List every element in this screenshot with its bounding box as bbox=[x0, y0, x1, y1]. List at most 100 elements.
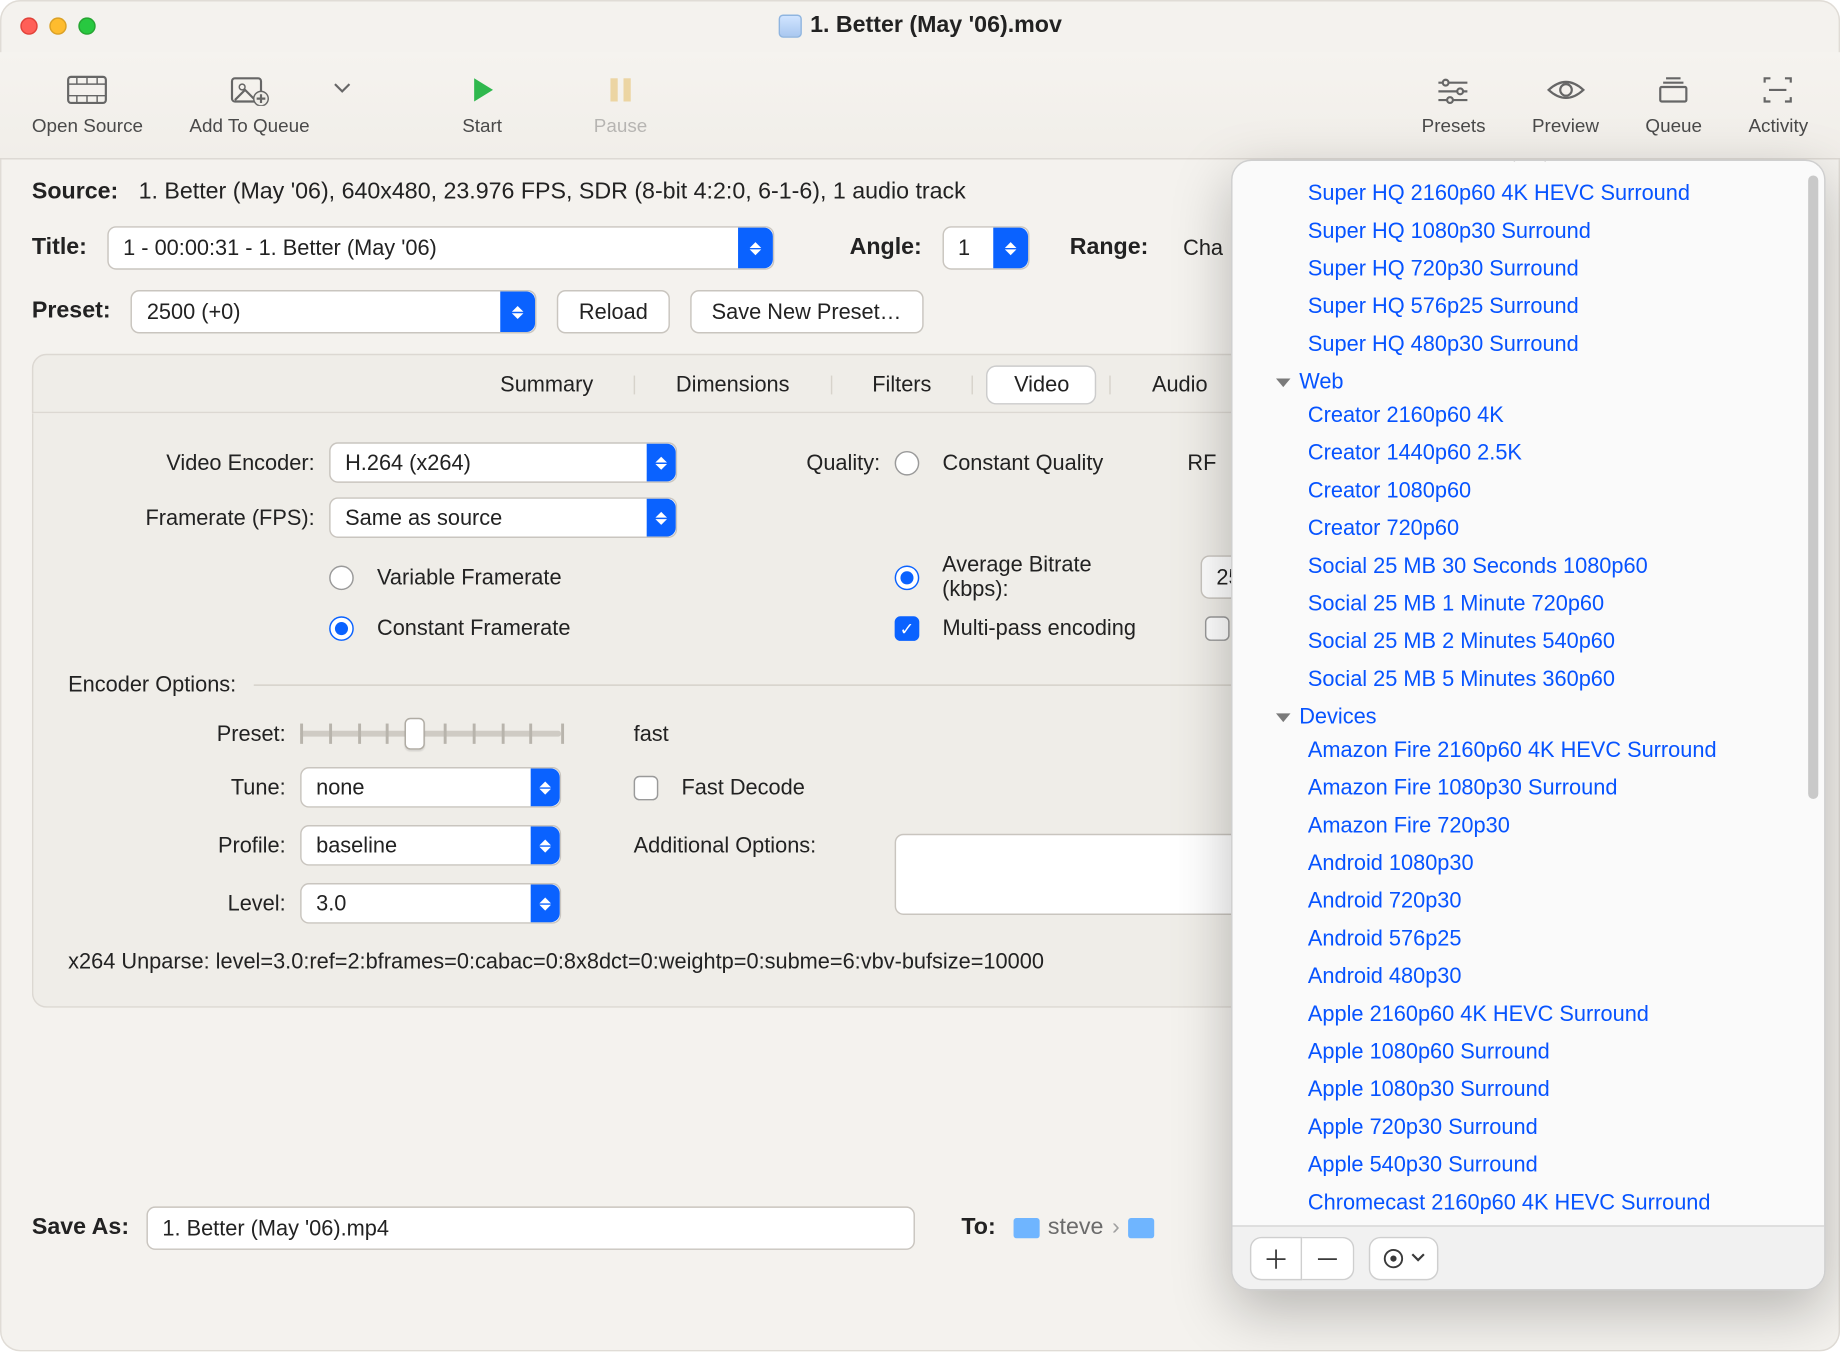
preset-item[interactable]: Creator 1440p60 2.5K bbox=[1233, 435, 1825, 473]
preset-item[interactable]: Apple 1080p30 Surround bbox=[1233, 1072, 1825, 1110]
activity-button[interactable]: Activity bbox=[1725, 68, 1831, 142]
rf-label: RF bbox=[1187, 450, 1216, 475]
preset-item[interactable]: Chromecast 1080p60 Surround bbox=[1233, 1222, 1825, 1225]
average-bitrate-radio[interactable] bbox=[895, 565, 919, 590]
preset-category[interactable]: Web bbox=[1233, 364, 1825, 397]
multipass-label: Multi-pass encoding bbox=[943, 616, 1136, 641]
eye-icon bbox=[1544, 74, 1588, 106]
add-preset-button[interactable]: ＋ bbox=[1250, 1236, 1302, 1280]
chevron-right-icon: › bbox=[1112, 1215, 1120, 1241]
angle-label: Angle: bbox=[850, 235, 922, 261]
film-icon bbox=[66, 74, 110, 106]
variable-framerate-radio[interactable] bbox=[329, 565, 354, 590]
zoom-window-button[interactable] bbox=[78, 17, 95, 34]
scrollbar[interactable] bbox=[1808, 175, 1818, 799]
quality-label: Quality: bbox=[706, 450, 880, 475]
tune-label: Tune: bbox=[68, 775, 286, 800]
preset-item[interactable]: Chromecast 2160p60 4K HEVC Surround bbox=[1233, 1185, 1825, 1223]
preset-item[interactable]: Super HQ 720p30 Surround bbox=[1233, 251, 1825, 289]
video-encoder-label: Video Encoder: bbox=[68, 450, 315, 475]
abr-label: Average Bitrate (kbps): bbox=[942, 552, 1160, 601]
open-source-button[interactable]: Open Source bbox=[9, 68, 166, 142]
preset-item[interactable]: Amazon Fire 720p30 bbox=[1233, 808, 1825, 846]
encoder-options-heading: Encoder Options: bbox=[68, 673, 236, 698]
turbo-checkbox[interactable] bbox=[1206, 616, 1231, 641]
source-info: 1. Better (May '06), 640x480, 23.976 FPS… bbox=[139, 180, 966, 206]
preset-item[interactable]: Super HQ 1080p30 Surround bbox=[1233, 213, 1825, 251]
preset-actions-button[interactable] bbox=[1369, 1236, 1439, 1280]
preset-item[interactable]: Social 25 MB 5 Minutes 360p60 bbox=[1233, 661, 1825, 699]
presets-list[interactable]: Super HQ 2160p60 4K HEVC SurroundSuper H… bbox=[1233, 161, 1825, 1225]
preset-item[interactable]: Social 25 MB 2 Minutes 540p60 bbox=[1233, 624, 1825, 662]
preset-item[interactable]: Super HQ 2160p60 4K HEVC Surround bbox=[1233, 175, 1825, 213]
preset-item[interactable]: Android 480p30 bbox=[1233, 958, 1825, 996]
play-icon bbox=[460, 74, 504, 106]
title-select[interactable]: 1 - 00:00:31 - 1. Better (May '06) bbox=[107, 226, 774, 270]
preset-select[interactable]: 2500 (+0) bbox=[131, 290, 537, 334]
add-to-queue-button[interactable]: Add To Queue bbox=[166, 68, 333, 142]
presets-footer: ＋ － bbox=[1233, 1225, 1825, 1289]
preset-item[interactable]: Apple 2160p60 4K HEVC Surround bbox=[1233, 996, 1825, 1034]
preset-category[interactable]: Devices bbox=[1233, 699, 1825, 732]
angle-select[interactable]: 1 bbox=[942, 226, 1029, 270]
preset-item[interactable]: Android 1080p30 bbox=[1233, 845, 1825, 883]
framerate-select[interactable]: Same as source bbox=[329, 497, 677, 538]
preset-item[interactable]: Apple 720p30 Surround bbox=[1233, 1109, 1825, 1147]
chevron-down-icon bbox=[1411, 1253, 1426, 1263]
preset-item[interactable]: Apple 1080p60 Surround bbox=[1233, 1034, 1825, 1072]
preset-item[interactable]: Creator 2160p60 4K bbox=[1233, 397, 1825, 435]
constant-framerate-radio[interactable] bbox=[329, 616, 354, 641]
source-label: Source: bbox=[32, 180, 118, 206]
fast-decode-checkbox[interactable] bbox=[634, 775, 659, 800]
level-label: Level: bbox=[68, 891, 286, 916]
tab-summary[interactable]: Summary bbox=[474, 367, 619, 403]
queue-button[interactable]: Queue bbox=[1622, 68, 1725, 142]
enc-preset-slider[interactable] bbox=[300, 718, 561, 750]
preset-item[interactable]: Super HQ 480p30 Surround bbox=[1233, 326, 1825, 364]
preview-button[interactable]: Preview bbox=[1509, 68, 1622, 142]
traffic-lights bbox=[20, 17, 95, 34]
tab-dimensions[interactable]: Dimensions bbox=[650, 367, 816, 403]
video-encoder-select[interactable]: H.264 (x264) bbox=[329, 442, 677, 483]
tab-video[interactable]: Video bbox=[988, 367, 1095, 403]
reload-button[interactable]: Reload bbox=[557, 290, 669, 334]
multipass-checkbox[interactable] bbox=[895, 616, 920, 641]
tab-filters[interactable]: Filters bbox=[846, 367, 957, 403]
preset-item[interactable]: Social 25 MB 1 Minute 720p60 bbox=[1233, 586, 1825, 624]
vfr-label: Variable Framerate bbox=[377, 565, 562, 590]
preset-item[interactable]: Android 576p25 bbox=[1233, 921, 1825, 959]
add-to-queue-dropdown[interactable] bbox=[333, 76, 356, 134]
enc-preset-label: Preset: bbox=[68, 721, 286, 746]
start-button[interactable]: Start bbox=[437, 68, 527, 142]
preset-item[interactable]: Amazon Fire 2160p60 4K HEVC Surround bbox=[1233, 732, 1825, 770]
preset-label: Preset: bbox=[32, 299, 111, 325]
tune-select[interactable]: none bbox=[300, 767, 561, 808]
preset-item[interactable]: Creator 1080p60 bbox=[1233, 473, 1825, 511]
close-window-button[interactable] bbox=[20, 17, 37, 34]
document-icon bbox=[778, 15, 801, 38]
toolbar: Open Source Add To Queue Start bbox=[0, 52, 1840, 159]
constant-quality-radio[interactable] bbox=[895, 450, 920, 475]
presets-button[interactable]: Presets bbox=[1398, 68, 1508, 142]
preset-item[interactable]: Creator 720p60 bbox=[1233, 510, 1825, 548]
preset-item[interactable]: Android 720p30 bbox=[1233, 883, 1825, 921]
minimize-window-button[interactable] bbox=[49, 17, 66, 34]
preset-item[interactable]: Apple 540p30 Surround bbox=[1233, 1147, 1825, 1185]
to-label: To: bbox=[961, 1215, 995, 1241]
constant-quality-label: Constant Quality bbox=[943, 450, 1104, 475]
window-title: 1. Better (May '06).mov bbox=[0, 13, 1840, 39]
save-new-preset-button[interactable]: Save New Preset… bbox=[690, 290, 923, 334]
range-label: Range: bbox=[1070, 235, 1149, 261]
folder-icon bbox=[1128, 1218, 1154, 1238]
profile-select[interactable]: baseline bbox=[300, 825, 561, 866]
preset-item[interactable]: Social 25 MB 30 Seconds 1080p60 bbox=[1233, 548, 1825, 586]
save-as-input[interactable]: 1. Better (May '06).mp4 bbox=[146, 1206, 915, 1250]
tab-audio[interactable]: Audio bbox=[1126, 367, 1234, 403]
destination-folder[interactable]: steve › bbox=[1013, 1215, 1154, 1241]
preset-item[interactable]: Amazon Fire 1080p30 Surround bbox=[1233, 770, 1825, 808]
preset-item[interactable]: Super HQ 576p25 Surround bbox=[1233, 289, 1825, 327]
level-select[interactable]: 3.0 bbox=[300, 883, 561, 924]
gear-icon bbox=[1382, 1246, 1405, 1269]
folder-icon bbox=[1013, 1218, 1039, 1238]
remove-preset-button[interactable]: － bbox=[1302, 1236, 1354, 1280]
